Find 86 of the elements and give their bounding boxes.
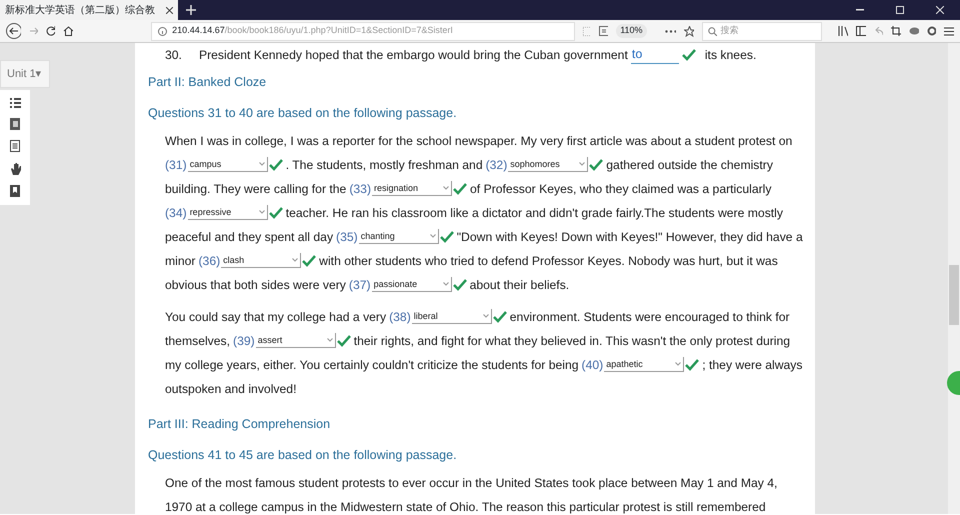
menu-icon[interactable] xyxy=(944,26,954,36)
passage-text: outspoken and involved! xyxy=(165,380,296,398)
zoom-level[interactable]: 110% xyxy=(616,24,647,38)
passage-text: ; they were always xyxy=(702,356,802,374)
back-icon[interactable] xyxy=(6,23,21,39)
caret-icon[interactable] xyxy=(442,282,449,286)
qr-code-icon[interactable] xyxy=(582,26,592,36)
instruction-text: Questions 31 to 40 are based on the following passage. xyxy=(148,105,457,122)
home-icon[interactable] xyxy=(63,26,74,36)
question-text: President Kennedy hoped that the embargo would bring the Cuban government xyxy=(198,46,628,64)
document-icon[interactable] xyxy=(10,140,20,152)
passage-text: "Down with Keyes! Down with Keyes!" However, they did have a xyxy=(456,228,803,246)
passage-text: minor xyxy=(165,252,196,270)
caret-icon[interactable] xyxy=(326,338,333,342)
question-text: its knees. xyxy=(704,46,756,64)
caret-icon[interactable] xyxy=(258,162,265,166)
answer-select[interactable]: apathetic xyxy=(604,357,684,372)
close-icon[interactable] xyxy=(166,6,173,14)
passage-text: obvious that both sides were very xyxy=(165,276,346,294)
passage-text: You could say that my college had a very xyxy=(165,308,386,326)
passage-text: environment. Students were encouraged to think for xyxy=(510,308,790,326)
blank-number: (36) xyxy=(198,252,220,270)
blank-number: (33) xyxy=(349,180,372,198)
answer-select[interactable]: assert xyxy=(256,333,336,348)
passage-text: with other students who tried to defend Professor Keyes. Nobody was hurt, but it was xyxy=(319,252,778,270)
new-tab-icon[interactable] xyxy=(186,5,196,15)
library-icon[interactable] xyxy=(838,26,848,36)
passage-text: teacher. He ran his classroom like a dictator and didn't grade fairly.The students were mostly xyxy=(286,204,783,222)
passage-text: building. They were calling for the xyxy=(165,180,346,198)
passage-text: peaceful and they spent all day xyxy=(165,228,334,246)
passage-text: One of the most famous student protests to ever occur in the United States took place between May 1 and May 4, xyxy=(165,474,778,492)
caret-icon[interactable] xyxy=(675,362,682,366)
blank-number: (34) xyxy=(165,204,187,222)
question-number: 30. xyxy=(165,46,182,64)
caret-icon[interactable] xyxy=(258,210,265,214)
answer-select[interactable]: sophomores xyxy=(508,157,588,172)
blank-number: (35) xyxy=(336,228,358,246)
reader-icon[interactable] xyxy=(599,26,608,36)
passage-text: my college years, either. You certainly couldn't criticize the students for being xyxy=(165,356,579,374)
blank-number: (32) xyxy=(486,156,508,174)
maximize-icon[interactable] xyxy=(896,6,904,14)
blank-number: (40) xyxy=(582,356,604,374)
caret-icon[interactable] xyxy=(292,258,298,262)
caret-icon[interactable] xyxy=(579,162,586,166)
reload-icon[interactable] xyxy=(46,26,56,36)
blank-number: (31) xyxy=(165,156,187,174)
hand-icon[interactable] xyxy=(10,162,20,175)
passage-text: themselves, xyxy=(165,332,230,350)
book-icon[interactable] xyxy=(10,118,20,130)
passage-text: about their beliefs. xyxy=(470,276,570,294)
crop-icon[interactable] xyxy=(891,26,901,36)
answer-select[interactable]: campus xyxy=(188,157,268,172)
passage-text: their rights, and fight for what they believed in. This wasn't the only protest during xyxy=(354,332,790,350)
passage-text: of Professor Keyes, who they claimed was a particularly xyxy=(470,180,772,198)
chat-icon[interactable] xyxy=(908,26,919,36)
section-heading: Part III: Reading Comprehension xyxy=(148,416,330,434)
answer-select[interactable]: clash xyxy=(221,253,302,268)
blank-number: (38) xyxy=(389,308,411,326)
answer-select[interactable]: chanting xyxy=(358,229,439,244)
scrollbar-thumb[interactable] xyxy=(949,265,959,325)
blank-number: (37) xyxy=(348,276,371,294)
search-icon xyxy=(708,26,717,36)
bookmark-icon[interactable] xyxy=(10,185,20,197)
passage-text: gathered outside the chemistry xyxy=(606,156,773,174)
caret-icon[interactable] xyxy=(443,186,450,190)
passage-text: . The students, mostly freshman and xyxy=(286,156,483,174)
blank-number: (39) xyxy=(233,332,255,350)
star-icon[interactable] xyxy=(684,26,694,36)
unit-dropdown[interactable]: Unit 1▾ xyxy=(0,60,50,88)
more-icon[interactable] xyxy=(664,30,676,32)
address-bar[interactable]: 210.44.14.67/book/book186/uyu/1.php?UnitID=1&SectionID=7&SisterI xyxy=(151,22,575,40)
answer-field[interactable]: to xyxy=(630,46,679,64)
info-icon xyxy=(158,26,168,36)
section-heading: Part II: Banked Cloze xyxy=(148,74,266,92)
answer-select[interactable]: liberal xyxy=(412,309,492,324)
passage-text: When I was in college, I was a reporter for the school newspaper. My very first article was about a student protest on xyxy=(165,132,792,150)
answer-select[interactable]: passionate xyxy=(372,277,452,292)
list-icon[interactable] xyxy=(10,98,20,108)
answer-select[interactable]: repressive xyxy=(188,205,268,220)
instruction-text: Questions 41 to 45 are based on the following passage. xyxy=(148,447,457,464)
minimize-icon[interactable] xyxy=(856,9,864,11)
answer-select[interactable]: resignation xyxy=(372,181,452,196)
sidebar-icon[interactable] xyxy=(856,26,866,36)
caret-icon[interactable] xyxy=(482,314,489,318)
passage-text: 1970 at a college campus in the Midwestern state of Ohio. The reason this particular protest is still remembered xyxy=(165,498,766,514)
caret-icon[interactable] xyxy=(430,234,436,238)
